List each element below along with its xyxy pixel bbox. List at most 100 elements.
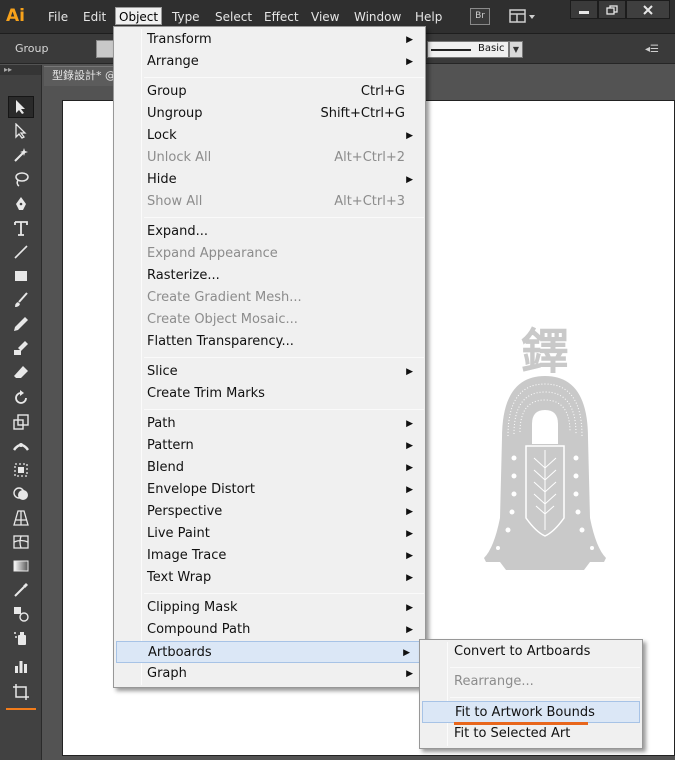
bridge-button[interactable]: Br (470, 8, 490, 25)
blend-tool-icon[interactable] (8, 603, 34, 625)
arrange-documents-icon (509, 9, 535, 23)
submenu-arrow-icon: ▶ (406, 485, 413, 495)
menu-item-image-trace[interactable]: Image Trace ▶ (114, 545, 425, 567)
submenu-arrow-icon: ▶ (406, 441, 413, 451)
mesh-tool-icon[interactable] (8, 531, 34, 553)
menu-item-text-wrap[interactable]: Text Wrap ▶ (114, 567, 425, 589)
gradient-tool-icon[interactable] (8, 555, 34, 577)
direct-selection-tool-icon[interactable] (8, 120, 34, 142)
bell-glyph: 鐸 (521, 324, 569, 380)
menu-item-ungroup[interactable]: Ungroup Shift+Ctrl+G (114, 103, 425, 125)
menu-item-blend[interactable]: Blend ▶ (114, 457, 425, 479)
paintbrush-tool-icon[interactable] (8, 289, 34, 311)
shape-builder-tool-icon[interactable] (8, 483, 34, 505)
menu-item-compound-path[interactable]: Compound Path ▶ (114, 619, 425, 641)
lasso-tool-icon[interactable] (8, 168, 34, 190)
stroke-profile-dropdown[interactable]: ▼ (509, 41, 523, 58)
magic-wand-tool-icon[interactable] (8, 144, 34, 166)
menu-select[interactable]: Select (212, 8, 255, 26)
perspective-grid-tool-icon[interactable] (8, 507, 34, 529)
menu-help[interactable]: Help (412, 8, 445, 26)
submenu-arrow-icon: ▶ (406, 175, 413, 185)
submenu-arrow-icon: ▶ (406, 625, 413, 635)
submenu-arrow-icon: ▶ (406, 669, 413, 679)
menu-item-clipping-mask[interactable]: Clipping Mask ▶ (114, 597, 425, 619)
menu-item-fit-to-artwork-bounds[interactable]: Fit to Artwork Bounds (422, 701, 640, 725)
minimize-button[interactable] (570, 0, 598, 19)
menu-effect[interactable]: Effect (261, 8, 302, 26)
submenu-arrow-icon: ▶ (406, 551, 413, 561)
scale-tool-icon[interactable] (8, 411, 34, 433)
menu-item-perspective[interactable]: Perspective ▶ (114, 501, 425, 523)
menu-object[interactable]: Object (115, 7, 163, 25)
pencil-tool-icon[interactable] (8, 313, 34, 335)
submenu-arrow-icon: ▶ (406, 463, 413, 473)
line-tool-icon[interactable] (8, 241, 34, 263)
artboards-submenu: Convert to Artboards Rearrange... Fit to… (419, 639, 643, 749)
menu-item-expand-appearance: Expand Appearance (147, 246, 278, 261)
menu-item-convert-to-artboards[interactable]: Convert to Artboards (420, 641, 642, 663)
free-transform-tool-icon[interactable] (8, 459, 34, 481)
menu-item-envelope-distort[interactable]: Envelope Distort ▶ (114, 479, 425, 501)
submenu-arrow-icon: ▶ (406, 507, 413, 517)
bell-artwork[interactable]: 鐸 (478, 318, 612, 580)
menu-edit[interactable]: Edit (80, 8, 109, 26)
close-icon (643, 4, 653, 15)
submenu-arrow-icon: ▶ (406, 57, 413, 67)
type-tool-icon[interactable] (8, 217, 34, 239)
menu-item-slice[interactable]: Slice ▶ (114, 361, 425, 383)
submenu-arrow-icon: ▶ (406, 35, 413, 45)
submenu-arrow-icon: ▶ (406, 419, 413, 429)
menu-item-rasterize[interactable]: Rasterize... (114, 265, 425, 287)
stroke-line-preview (431, 49, 471, 51)
menu-file[interactable]: File (45, 8, 71, 26)
artboard-tool-icon[interactable] (8, 681, 34, 703)
tools-panel: ▸▸ (0, 65, 42, 760)
menu-item-pattern[interactable]: Pattern ▶ (114, 435, 425, 457)
menu-item-arrange[interactable]: Arrange ▶ (114, 51, 425, 73)
menu-item-create-object-mosaic: Create Object Mosaic... (147, 312, 298, 327)
menu-item-rearrange: Rearrange... (454, 674, 534, 689)
menu-item-artboards[interactable]: Artboards ▶ (116, 641, 423, 663)
stroke-profile-field[interactable]: Basic (427, 41, 509, 58)
menu-item-path[interactable]: Path ▶ (114, 413, 425, 435)
menu-item-expand[interactable]: Expand... (114, 221, 425, 243)
menu-item-lock[interactable]: Lock ▶ (114, 125, 425, 147)
menu-item-group[interactable]: Group Ctrl+G (114, 81, 425, 103)
menu-item-live-paint[interactable]: Live Paint ▶ (114, 523, 425, 545)
menu-item-flatten-transparency[interactable]: Flatten Transparency... (114, 331, 425, 353)
close-button[interactable] (626, 0, 670, 19)
restore-icon (606, 4, 618, 15)
menu-item-create-gradient-mesh: Create Gradient Mesh... (147, 290, 302, 305)
menu-item-transform[interactable]: Transform ▶ (114, 29, 425, 51)
width-tool-icon[interactable] (8, 435, 34, 457)
tools-accent-bar (6, 708, 36, 710)
panel-menu-icon[interactable]: ◂☰ (645, 44, 659, 55)
selection-tool-icon[interactable] (8, 96, 34, 118)
pen-tool-icon[interactable] (8, 193, 34, 215)
menu-view[interactable]: View (308, 8, 342, 26)
arrange-documents-button[interactable] (508, 8, 536, 25)
document-tab[interactable]: 型錄設計* @ (44, 66, 116, 86)
selection-type-label: Group (15, 42, 49, 55)
rectangle-tool-icon[interactable] (8, 265, 34, 287)
menu-separator (144, 217, 424, 218)
menu-type[interactable]: Type (169, 8, 203, 26)
submenu-arrow-icon: ▶ (406, 367, 413, 377)
menu-window[interactable]: Window (351, 8, 404, 26)
column-graph-tool-icon[interactable] (8, 655, 34, 677)
blob-brush-tool-icon[interactable] (8, 337, 34, 359)
eyedropper-tool-icon[interactable] (8, 579, 34, 601)
symbol-sprayer-tool-icon[interactable] (8, 627, 34, 649)
eraser-tool-icon[interactable] (8, 361, 34, 383)
rotate-tool-icon[interactable] (8, 387, 34, 409)
submenu-arrow-icon: ▶ (406, 573, 413, 583)
restore-button[interactable] (598, 0, 626, 19)
menu-item-create-trim-marks[interactable]: Create Trim Marks (114, 383, 425, 405)
menu-separator (450, 667, 640, 668)
tools-collapse-grip[interactable]: ▸▸ (0, 65, 41, 75)
menu-item-fit-to-selected-art[interactable]: Fit to Selected Art (420, 723, 642, 745)
minimize-icon (579, 10, 589, 14)
menu-item-hide[interactable]: Hide ▶ (114, 169, 425, 191)
menu-item-graph[interactable]: Graph ▶ (114, 663, 425, 685)
